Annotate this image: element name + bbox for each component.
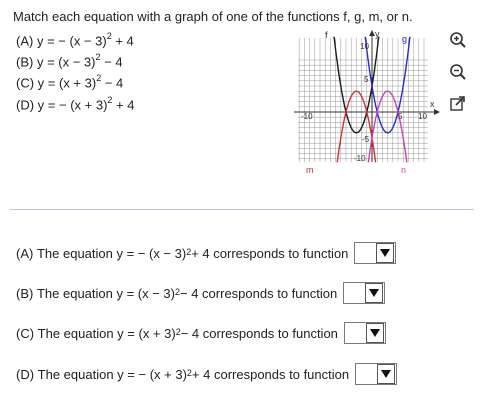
equation-a: (A) y = − (x − 3)2 + 4 xyxy=(16,31,134,49)
equation-label: (A) xyxy=(16,33,34,49)
label-g: g xyxy=(402,34,407,44)
function-select-c[interactable] xyxy=(343,322,386,344)
exponent: 2 xyxy=(107,95,113,105)
exponent: 2 xyxy=(95,52,101,62)
selected-value xyxy=(356,364,376,384)
tick-y-10: 10 xyxy=(360,42,369,51)
dropdown-arrow-icon[interactable] xyxy=(377,364,396,384)
tick-x-5: 5 xyxy=(398,112,403,121)
x-axis-arrow xyxy=(434,109,440,115)
answer-label: (B) xyxy=(16,285,34,301)
answer-rhs: + 4 corresponds to function xyxy=(191,366,350,382)
equation-rhs: + 4 xyxy=(111,33,134,49)
y-axis-label: y xyxy=(375,29,380,39)
tick-x-neg10: -10 xyxy=(301,112,313,121)
tick-y-5: 5 xyxy=(364,75,369,84)
function-graph: f g m n y x -10 5 10 10 5 -5 -10 xyxy=(294,29,440,175)
section-divider xyxy=(10,209,474,210)
equation-lhs: y = − (x + 3) xyxy=(37,97,108,113)
answer-lhs: The equation y = (x − 3) xyxy=(36,285,175,301)
equation-lhs: y = − (x − 3) xyxy=(36,33,107,49)
external-link-icon[interactable] xyxy=(448,94,468,114)
answer-lhs: The equation y = − (x − 3) xyxy=(36,245,187,261)
zoom-in-icon[interactable] xyxy=(448,30,468,50)
equation-label: (D) xyxy=(16,97,35,113)
equation-c: (C) y = (x + 3)2 − 4 xyxy=(16,73,124,91)
exponent: 2 xyxy=(175,327,181,337)
answer-row-c: (C) The equation y = (x + 3) 2 − 4 corres… xyxy=(16,322,386,344)
equation-rhs: + 4 xyxy=(112,97,135,113)
answer-label: (D) xyxy=(16,366,35,382)
selected-value xyxy=(355,243,375,263)
tick-x-10: 10 xyxy=(418,112,427,121)
equation-rhs: − 4 xyxy=(100,54,123,70)
answer-row-b: (B) The equation y = (x − 3) 2 − 4 corres… xyxy=(16,282,386,304)
tick-y-neg10: -10 xyxy=(354,154,366,163)
question-prompt: Match each equation with a graph of one … xyxy=(13,9,413,24)
function-select-d[interactable] xyxy=(355,363,398,385)
exponent: 2 xyxy=(186,247,192,257)
zoom-out-icon[interactable] xyxy=(448,62,468,82)
label-m: m xyxy=(306,165,314,175)
equation-label: (C) xyxy=(16,75,35,91)
selected-value xyxy=(345,323,365,343)
dropdown-arrow-icon[interactable] xyxy=(365,323,384,343)
equation-b: (B) y = (x − 3)2 − 4 xyxy=(16,52,123,70)
function-select-a[interactable] xyxy=(354,242,397,264)
answer-row-a: (A) The equation y = − (x − 3) 2 + 4 corr… xyxy=(16,242,397,264)
equation-label: (B) xyxy=(16,54,34,70)
exponent: 2 xyxy=(186,368,192,378)
equation-lhs: y = (x + 3) xyxy=(37,75,97,91)
x-axis-label: x xyxy=(430,99,435,109)
selected-value xyxy=(344,283,364,303)
dropdown-arrow-icon[interactable] xyxy=(376,243,395,263)
answer-rhs: − 4 corresponds to function xyxy=(180,325,338,341)
answer-rhs: + 4 corresponds to function xyxy=(191,245,349,261)
answer-lhs: The equation y = (x + 3) xyxy=(37,325,176,341)
answer-label: (A) xyxy=(16,245,34,261)
answer-lhs: The equation y = − (x + 3) xyxy=(37,366,187,382)
exponent: 2 xyxy=(96,73,102,83)
dropdown-arrow-icon[interactable] xyxy=(365,283,384,303)
equation-d: (D) y = − (x + 3)2 + 4 xyxy=(16,95,135,113)
equation-lhs: y = (x − 3) xyxy=(36,54,96,70)
answer-label: (C) xyxy=(16,325,35,341)
answer-row-d: (D) The equation y = − (x + 3) 2 + 4 corr… xyxy=(16,363,398,385)
label-n: n xyxy=(401,165,406,175)
exponent: 2 xyxy=(175,287,181,297)
equation-rhs: − 4 xyxy=(101,75,124,91)
tick-y-neg5: -5 xyxy=(362,135,370,144)
answer-rhs: − 4 corresponds to function xyxy=(180,285,338,301)
exponent: 2 xyxy=(106,31,112,41)
function-select-b[interactable] xyxy=(343,282,386,304)
